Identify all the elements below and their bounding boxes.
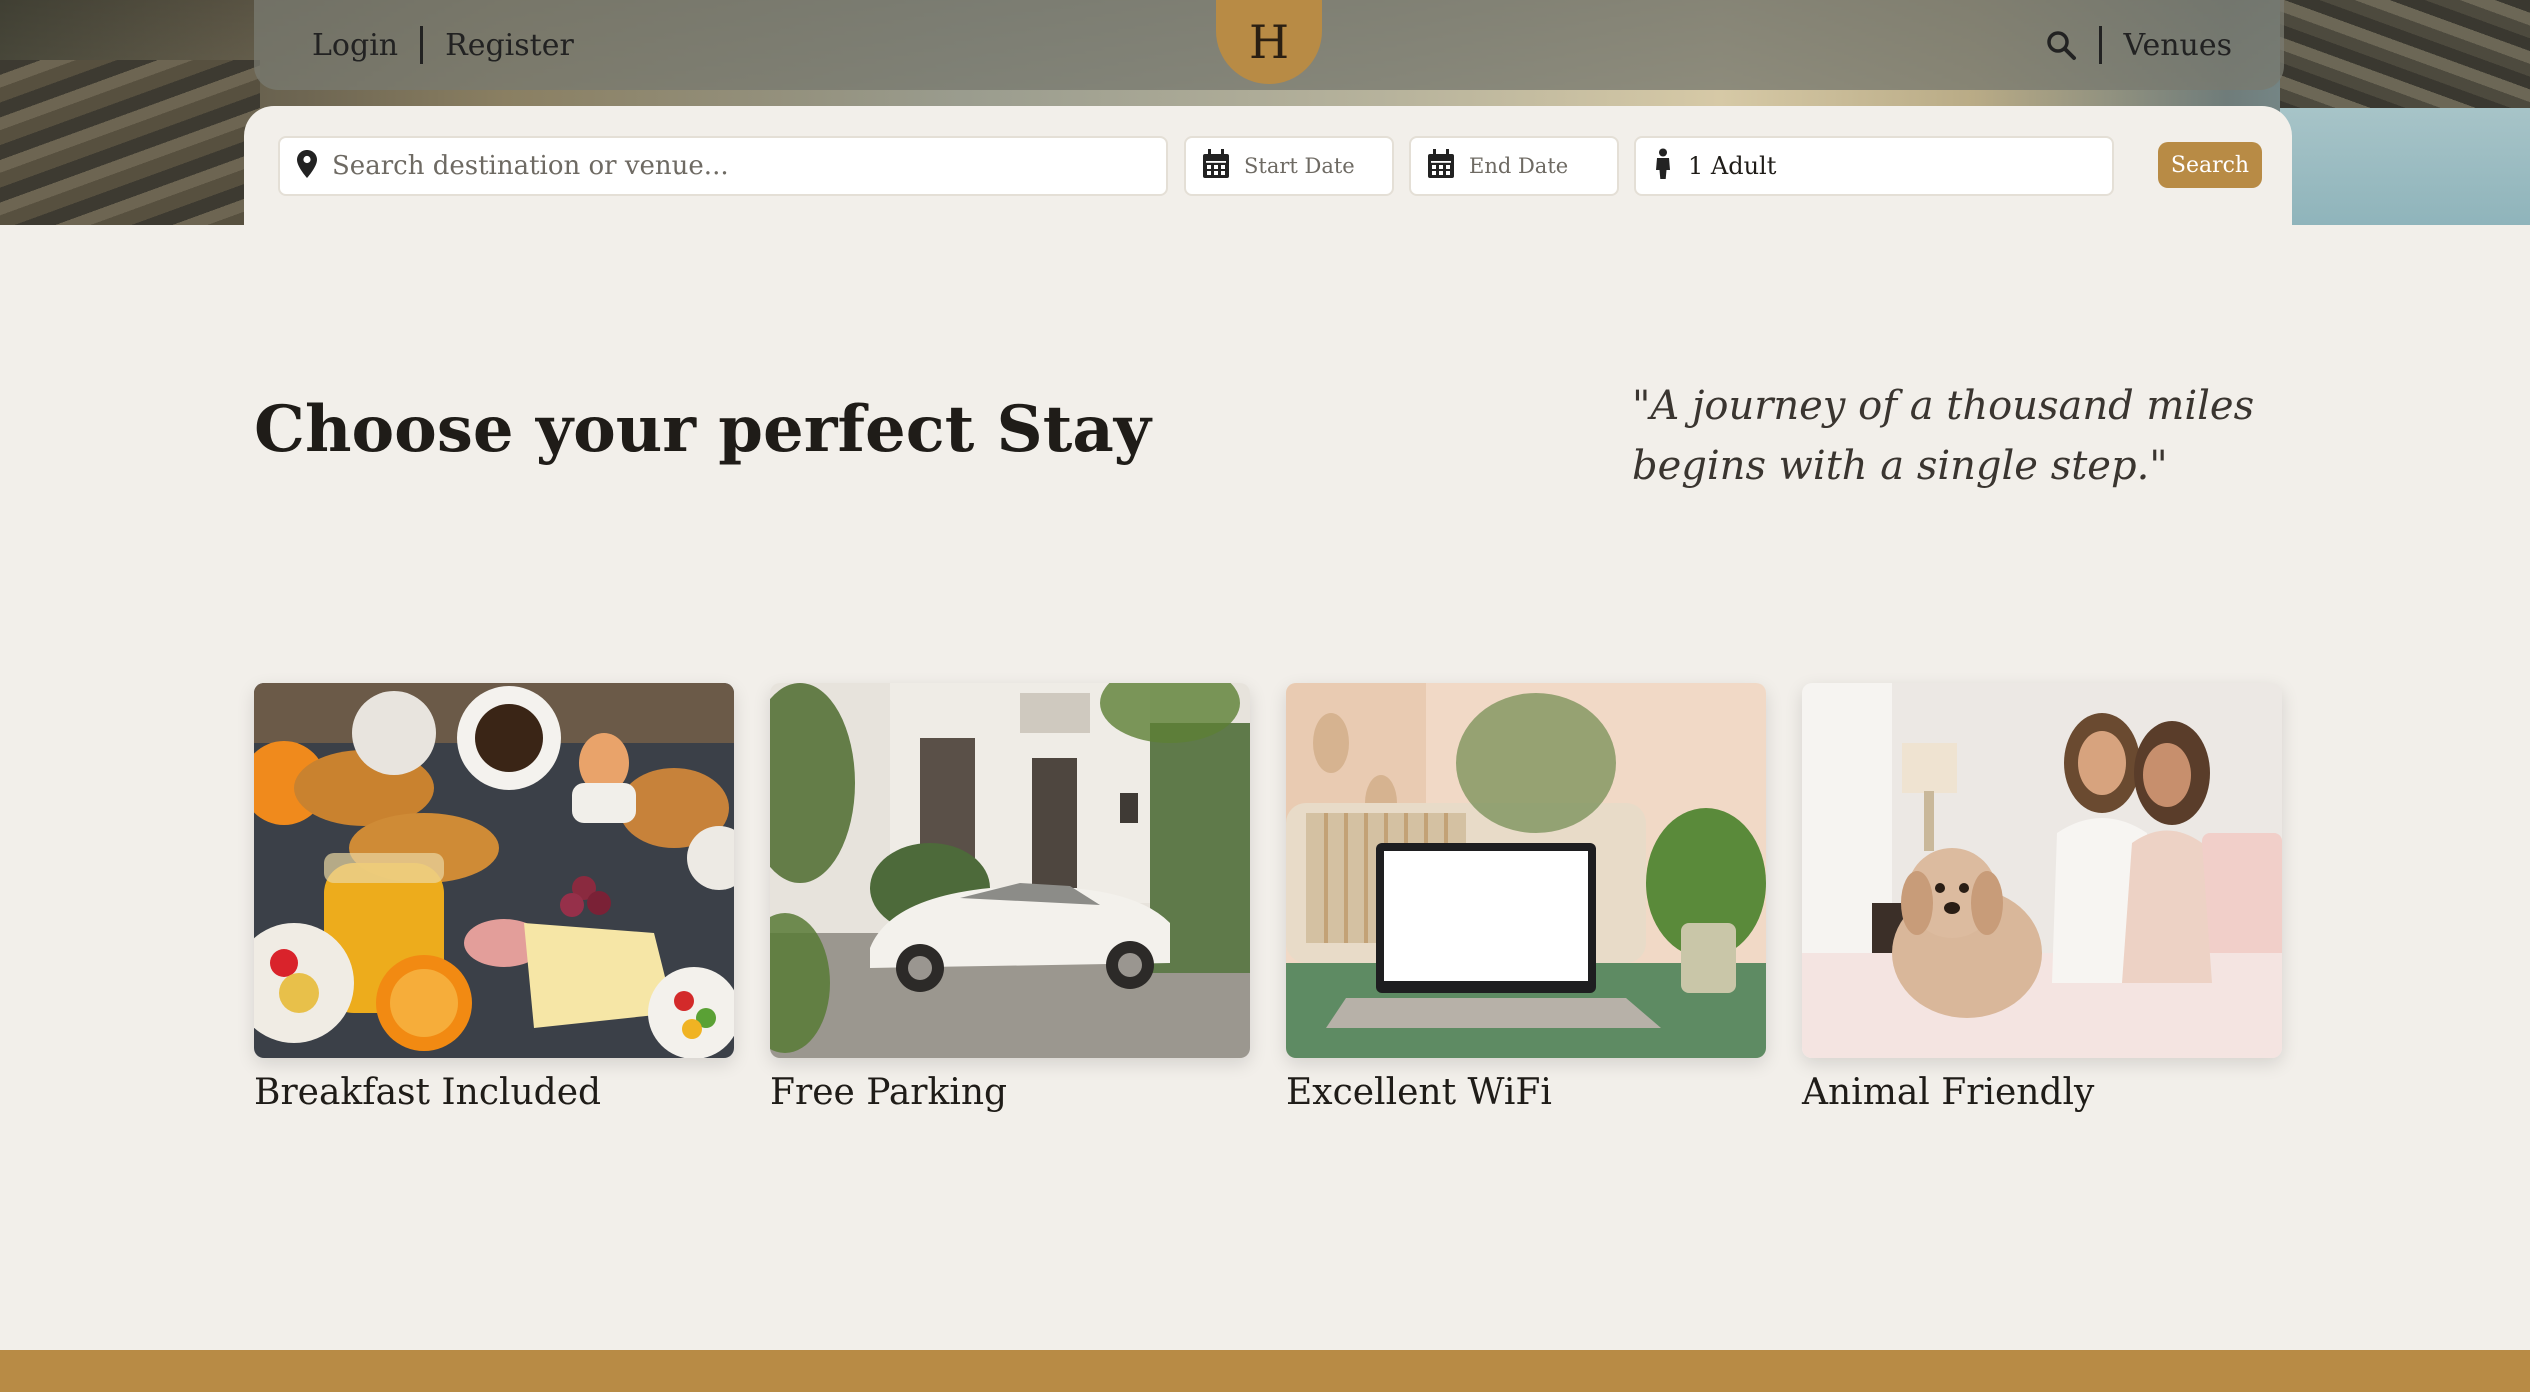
breakfast-photo xyxy=(254,683,734,1058)
wifi-photo xyxy=(1286,683,1766,1058)
nav-divider xyxy=(420,26,424,64)
person-icon xyxy=(1652,148,1674,184)
footer-band xyxy=(0,1350,2530,1392)
end-date-input[interactable] xyxy=(1469,154,1601,178)
animal-photo xyxy=(1802,683,2282,1058)
end-date-field[interactable] xyxy=(1409,136,1619,196)
feature-cards: Breakfast Included Free Parking Excellen… xyxy=(254,683,2286,1123)
feature-label: Animal Friendly xyxy=(1802,1072,2095,1113)
site-logo[interactable]: H xyxy=(1216,0,1322,84)
feature-card-breakfast[interactable]: Breakfast Included xyxy=(254,683,734,1113)
feature-label: Breakfast Included xyxy=(254,1072,602,1113)
hero-rocks-right xyxy=(2280,0,2530,110)
calendar-icon xyxy=(1202,149,1230,183)
calendar-icon xyxy=(1427,149,1455,183)
auth-links: Login Register xyxy=(312,26,574,64)
feature-card-animal[interactable]: Animal Friendly xyxy=(1802,683,2282,1113)
map-pin-icon xyxy=(296,149,318,183)
hero-rocks-left xyxy=(0,60,260,225)
search-panel: 1 Adult Search xyxy=(244,106,2292,234)
search-button[interactable]: Search xyxy=(2158,142,2262,188)
page-title: Choose your perfect Stay xyxy=(254,392,1151,467)
top-navbar: Login Register H Venues xyxy=(254,0,2284,90)
feature-label: Free Parking xyxy=(770,1072,1008,1113)
start-date-input[interactable] xyxy=(1244,154,1376,178)
guests-value: 1 Adult xyxy=(1688,152,1777,180)
venues-link[interactable]: Venues xyxy=(2124,28,2232,63)
nav-divider xyxy=(2098,26,2102,64)
feature-card-wifi[interactable]: Excellent WiFi xyxy=(1286,683,1766,1113)
feature-label: Excellent WiFi xyxy=(1286,1072,1552,1113)
login-link[interactable]: Login xyxy=(312,28,398,63)
register-link[interactable]: Register xyxy=(445,28,574,63)
start-date-field[interactable] xyxy=(1184,136,1394,196)
destination-input[interactable] xyxy=(332,151,1150,181)
quote-text: "A journey of a thousand miles begins wi… xyxy=(1632,383,2255,489)
search-icon[interactable] xyxy=(2045,29,2077,61)
destination-field[interactable] xyxy=(278,136,1168,196)
feature-card-parking[interactable]: Free Parking xyxy=(770,683,1250,1113)
parking-photo xyxy=(770,683,1250,1058)
hero-sea xyxy=(2280,108,2530,225)
content-bottom-edge xyxy=(0,1320,2530,1350)
nav-actions: Venues xyxy=(2045,26,2232,64)
guests-field[interactable]: 1 Adult xyxy=(1634,136,2114,196)
